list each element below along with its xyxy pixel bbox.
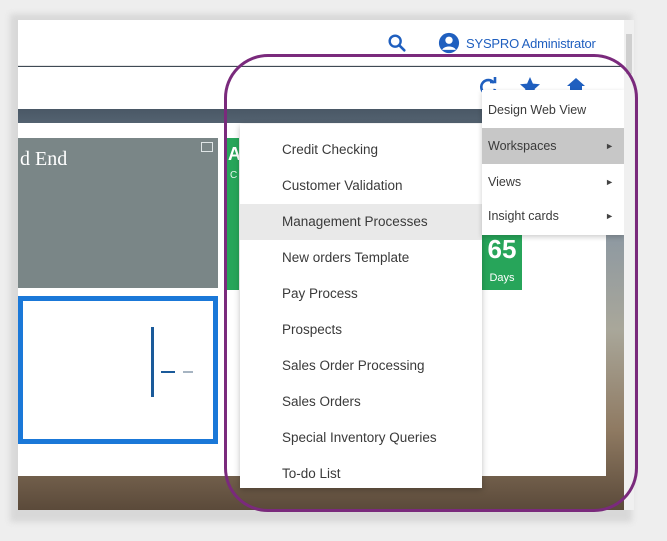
chart-line xyxy=(161,371,175,373)
user-circle-icon xyxy=(438,32,460,54)
highlight-annotation xyxy=(224,54,638,512)
card-options-icon[interactable] xyxy=(201,142,213,152)
chart-bar xyxy=(151,327,154,397)
user-name: SYSPRO Administrator xyxy=(466,35,596,51)
user-menu[interactable]: SYSPRO Administrator xyxy=(438,30,596,56)
card-title: d End xyxy=(20,148,68,170)
chart-card[interactable] xyxy=(18,296,218,444)
chart-line xyxy=(183,371,193,373)
search-icon[interactable] xyxy=(386,32,408,54)
